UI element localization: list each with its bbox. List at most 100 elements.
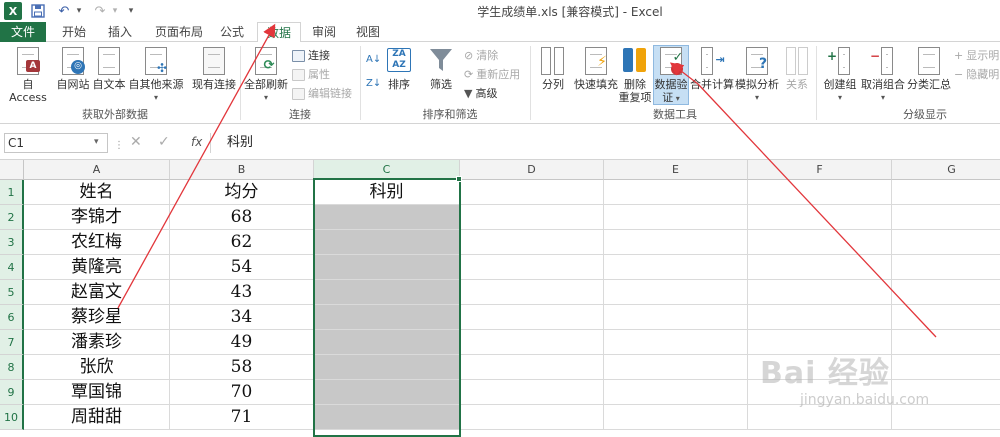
cell-e3[interactable] (604, 230, 748, 255)
row-header-6[interactable]: 6 (0, 305, 24, 330)
cell-g4[interactable] (892, 255, 1000, 280)
tab-home[interactable]: 开始 (54, 22, 94, 42)
column-header-a[interactable]: A (24, 160, 170, 180)
select-all-corner[interactable] (0, 160, 24, 180)
row-header-9[interactable]: 9 (0, 380, 24, 405)
tab-page-layout[interactable]: 页面布局 (148, 22, 210, 42)
tab-view[interactable]: 视图 (348, 22, 388, 42)
formula-input[interactable]: 科别 (210, 133, 1000, 153)
from-access-button[interactable]: A 自 Access (4, 46, 52, 104)
cell-b9[interactable]: 70 (170, 380, 314, 405)
text-to-columns-button[interactable]: 分列 (536, 46, 570, 91)
cell-b10[interactable]: 71 (170, 405, 314, 430)
cell-b5[interactable]: 43 (170, 280, 314, 305)
row-header-3[interactable]: 3 (0, 230, 24, 255)
cell-g5[interactable] (892, 280, 1000, 305)
cancel-icon[interactable]: ✕ (130, 134, 142, 150)
cell-g8[interactable] (892, 355, 1000, 380)
cell-c9[interactable] (314, 380, 460, 405)
consolidate-button[interactable]: ⇥ 合并计算 (690, 46, 734, 91)
enter-icon[interactable]: ✓ (158, 134, 170, 150)
column-header-b[interactable]: B (170, 160, 314, 180)
cell-c8[interactable] (314, 355, 460, 380)
cell-d7[interactable] (460, 330, 604, 355)
relationships-button[interactable]: 关系 (782, 46, 812, 91)
sort-button[interactable]: ZA AZ 排序 (384, 46, 414, 91)
row-header-7[interactable]: 7 (0, 330, 24, 355)
cell-f2[interactable] (748, 205, 892, 230)
reapply-button[interactable]: ⟳ 重新应用 (464, 67, 520, 83)
cell-d6[interactable] (460, 305, 604, 330)
cell-c5[interactable] (314, 280, 460, 305)
cell-c7[interactable] (314, 330, 460, 355)
row-header-8[interactable]: 8 (0, 355, 24, 380)
cell-g3[interactable] (892, 230, 1000, 255)
cell-c6[interactable] (314, 305, 460, 330)
insert-function-icon[interactable]: fx (191, 135, 202, 149)
clear-filter-button[interactable]: ⊘ 清除 (464, 48, 498, 64)
cell-e7[interactable] (604, 330, 748, 355)
flash-fill-button[interactable]: ⚡ 快速填充 (572, 46, 620, 91)
cell-d9[interactable] (460, 380, 604, 405)
tab-data[interactable]: 数据 (257, 22, 301, 43)
cell-e9[interactable] (604, 380, 748, 405)
cell-d8[interactable] (460, 355, 604, 380)
cell-d4[interactable] (460, 255, 604, 280)
cell-b2[interactable]: 68 (170, 205, 314, 230)
refresh-all-button[interactable]: ⟳ 全部刷新 ▾ (244, 46, 288, 104)
tab-formulas[interactable]: 公式 (212, 22, 252, 42)
column-header-f[interactable]: F (748, 160, 892, 180)
cell-c2[interactable] (314, 205, 460, 230)
column-header-e[interactable]: E (604, 160, 748, 180)
group-button[interactable]: + 创建组 ▾ (820, 46, 860, 104)
row-header-2[interactable]: 2 (0, 205, 24, 230)
filter-button[interactable]: 筛选 (424, 46, 458, 91)
row-header-5[interactable]: 5 (0, 280, 24, 305)
cell-g10[interactable] (892, 405, 1000, 430)
cell-a3[interactable]: 农红梅 (24, 230, 170, 255)
sort-ascending-icon[interactable]: A↓ (366, 52, 381, 68)
cell-a1[interactable]: 姓名 (24, 180, 170, 205)
cell-e4[interactable] (604, 255, 748, 280)
cell-d3[interactable] (460, 230, 604, 255)
column-header-c[interactable]: C (314, 160, 460, 180)
ungroup-button[interactable]: − 取消组合 ▾ (860, 46, 906, 104)
cell-b3[interactable]: 62 (170, 230, 314, 255)
cell-b6[interactable]: 34 (170, 305, 314, 330)
cell-f10[interactable] (748, 405, 892, 430)
from-other-sources-button[interactable]: ✣ 自其他来源 ▾ (128, 46, 184, 104)
cell-f3[interactable] (748, 230, 892, 255)
fill-handle[interactable] (456, 176, 462, 182)
cell-d1[interactable] (460, 180, 604, 205)
from-text-button[interactable]: 自文本 (92, 46, 126, 91)
tab-file[interactable]: 文件 (0, 22, 46, 42)
cell-d10[interactable] (460, 405, 604, 430)
cell-b8[interactable]: 58 (170, 355, 314, 380)
cell-e10[interactable] (604, 405, 748, 430)
row-header-1[interactable]: 1 (0, 180, 24, 205)
cell-a8[interactable]: 张欣 (24, 355, 170, 380)
column-header-g[interactable]: G (892, 160, 1000, 180)
tab-insert[interactable]: 插入 (100, 22, 140, 42)
cell-a4[interactable]: 黄隆亮 (24, 255, 170, 280)
cell-b7[interactable]: 49 (170, 330, 314, 355)
cell-f4[interactable] (748, 255, 892, 280)
cell-f6[interactable] (748, 305, 892, 330)
cell-c1[interactable]: 科别 (314, 180, 460, 205)
chevron-down-icon[interactable]: ▾ (94, 137, 99, 147)
existing-connections-button[interactable]: 现有连接 (190, 46, 238, 91)
name-box[interactable]: C1 (4, 133, 108, 153)
cell-b1[interactable]: 均分 (170, 180, 314, 205)
cell-a7[interactable]: 潘素珍 (24, 330, 170, 355)
tab-review[interactable]: 审阅 (304, 22, 344, 42)
edit-links-button[interactable]: 编辑链接 (292, 86, 352, 102)
sort-descending-icon[interactable]: Z↓ (366, 76, 381, 92)
cell-a5[interactable]: 赵富文 (24, 280, 170, 305)
cell-b4[interactable]: 54 (170, 255, 314, 280)
cell-c3[interactable] (314, 230, 460, 255)
connections-button[interactable]: 连接 (292, 48, 330, 64)
remove-duplicates-button[interactable]: 删除 重复项 (618, 46, 652, 104)
cell-a6[interactable]: 蔡珍星 (24, 305, 170, 330)
cell-c4[interactable] (314, 255, 460, 280)
cell-e2[interactable] (604, 205, 748, 230)
